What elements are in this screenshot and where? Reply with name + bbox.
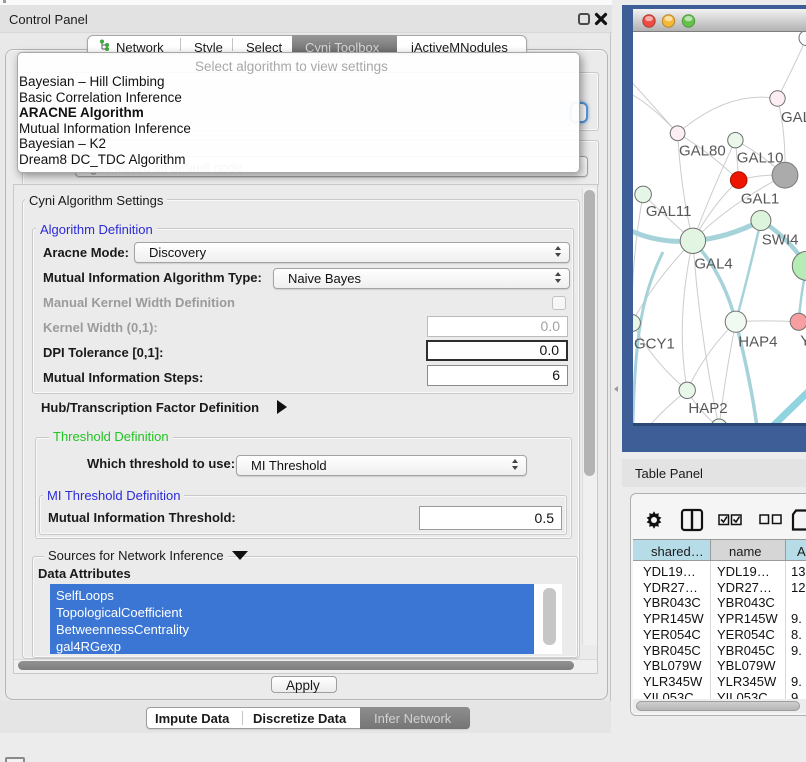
svg-text:HAP2: HAP2 xyxy=(688,400,727,417)
svg-text:Y: Y xyxy=(800,333,806,350)
svg-text:GAL2: GAL2 xyxy=(781,109,806,126)
svg-text:GCY1: GCY1 xyxy=(634,336,675,353)
svg-text:HAP4: HAP4 xyxy=(738,333,777,350)
svg-text:GAL80: GAL80 xyxy=(679,142,726,159)
svg-text:GAL1: GAL1 xyxy=(741,191,779,208)
svg-text:SWI4: SWI4 xyxy=(762,231,799,248)
svg-text:GAL4: GAL4 xyxy=(694,255,732,272)
svg-text:GAL10: GAL10 xyxy=(737,149,784,166)
svg-text:GAL11: GAL11 xyxy=(646,203,692,220)
